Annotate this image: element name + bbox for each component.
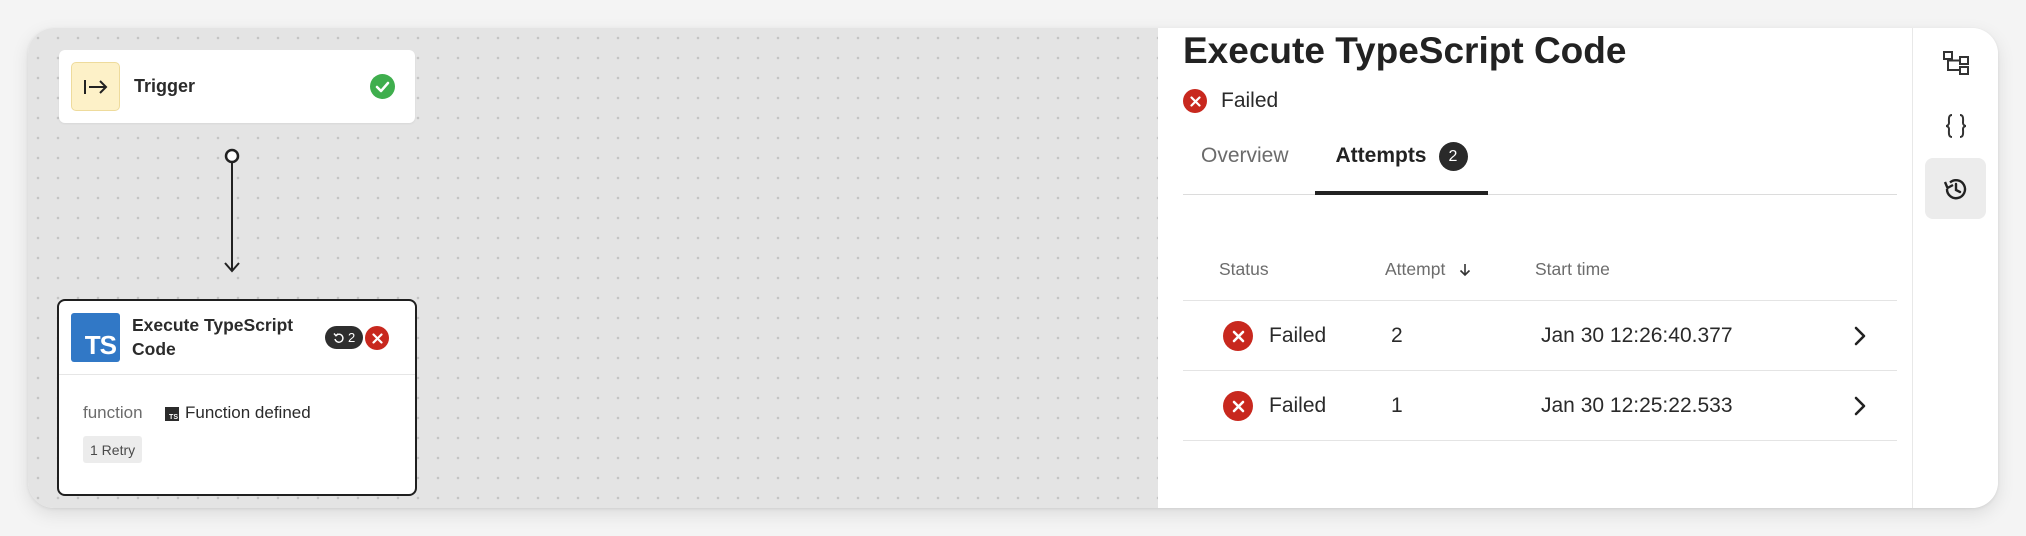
workflow-canvas[interactable]: Trigger TS Execute TypeScript Code 2 fun…	[28, 28, 1158, 508]
status-text: Failed	[1269, 394, 1327, 417]
typescript-file-icon: TS	[165, 407, 179, 421]
history-button[interactable]	[1925, 158, 1986, 219]
attempts-table: Status Attempt Start time Failed 2 Jan 3…	[1183, 256, 1897, 441]
function-property-value: Function defined	[185, 403, 311, 422]
table-row[interactable]: Failed 1 Jan 30 12:25:22.533	[1183, 371, 1897, 441]
details-panel: Execute TypeScript Code Failed Overview …	[1158, 28, 1912, 508]
start-time-cell: Jan 30 12:26:40.377	[1541, 324, 1733, 347]
workflow-tree-button[interactable]	[1925, 32, 1986, 93]
attempt-cell: 2	[1391, 324, 1403, 347]
status-text: Failed	[1269, 324, 1327, 347]
tab-attempts-label: Attempts	[1335, 144, 1427, 167]
retry-count-badge: 2	[325, 326, 364, 349]
typescript-node-title: Execute TypeScript Code	[132, 315, 294, 359]
column-header-start-time[interactable]: Start time	[1535, 259, 1610, 280]
trigger-arrow-icon	[71, 62, 120, 111]
panel-status: Failed	[1183, 89, 1278, 113]
retry-tag: 1 Retry	[83, 436, 143, 463]
failed-status-icon	[1183, 89, 1207, 113]
status-cell: Failed	[1223, 301, 1326, 371]
trigger-node-title: Trigger	[134, 76, 196, 96]
app-window: Trigger TS Execute TypeScript Code 2 fun…	[28, 28, 1998, 508]
sort-descending-icon	[1460, 263, 1471, 276]
attempt-cell: 1	[1391, 394, 1403, 417]
tab-attempts[interactable]: Attempts 2	[1315, 138, 1488, 195]
start-time-cell: Jan 30 12:25:22.533	[1541, 394, 1733, 417]
chevron-right-icon[interactable]	[1853, 325, 1867, 347]
panel-title: Execute TypeScript Code	[1183, 30, 1627, 71]
node-connector-edge	[224, 148, 240, 273]
typescript-node-header: TS Execute TypeScript Code 2	[59, 301, 415, 375]
failed-status-icon	[1223, 391, 1253, 421]
panel-tabs: Overview Attempts 2	[1183, 138, 1897, 195]
success-check-icon	[370, 74, 395, 99]
status-cell: Failed	[1223, 371, 1326, 441]
tab-overview[interactable]: Overview	[1201, 138, 1289, 195]
retry-icon	[333, 332, 344, 343]
right-icon-rail	[1912, 28, 1998, 508]
typescript-node[interactable]: TS Execute TypeScript Code 2 function TS…	[57, 299, 417, 496]
workflow-tree-icon	[1942, 50, 1969, 75]
panel-status-label: Failed	[1221, 89, 1279, 112]
function-property-label: function	[83, 403, 143, 422]
trigger-node[interactable]: Trigger	[59, 50, 415, 123]
code-view-button[interactable]	[1925, 95, 1986, 156]
failed-status-icon	[365, 326, 389, 350]
attempts-count-badge: 2	[1438, 142, 1468, 171]
typescript-logo-icon: TS	[71, 313, 120, 362]
code-braces-icon	[1945, 113, 1966, 138]
failed-status-icon	[1223, 321, 1253, 351]
column-header-attempt[interactable]: Attempt	[1385, 259, 1471, 280]
column-header-status[interactable]: Status	[1219, 259, 1269, 280]
history-icon	[1943, 178, 1966, 199]
chevron-right-icon[interactable]	[1853, 395, 1867, 417]
table-row[interactable]: Failed 2 Jan 30 12:26:40.377	[1183, 301, 1897, 371]
table-header: Status Attempt Start time	[1183, 256, 1897, 301]
